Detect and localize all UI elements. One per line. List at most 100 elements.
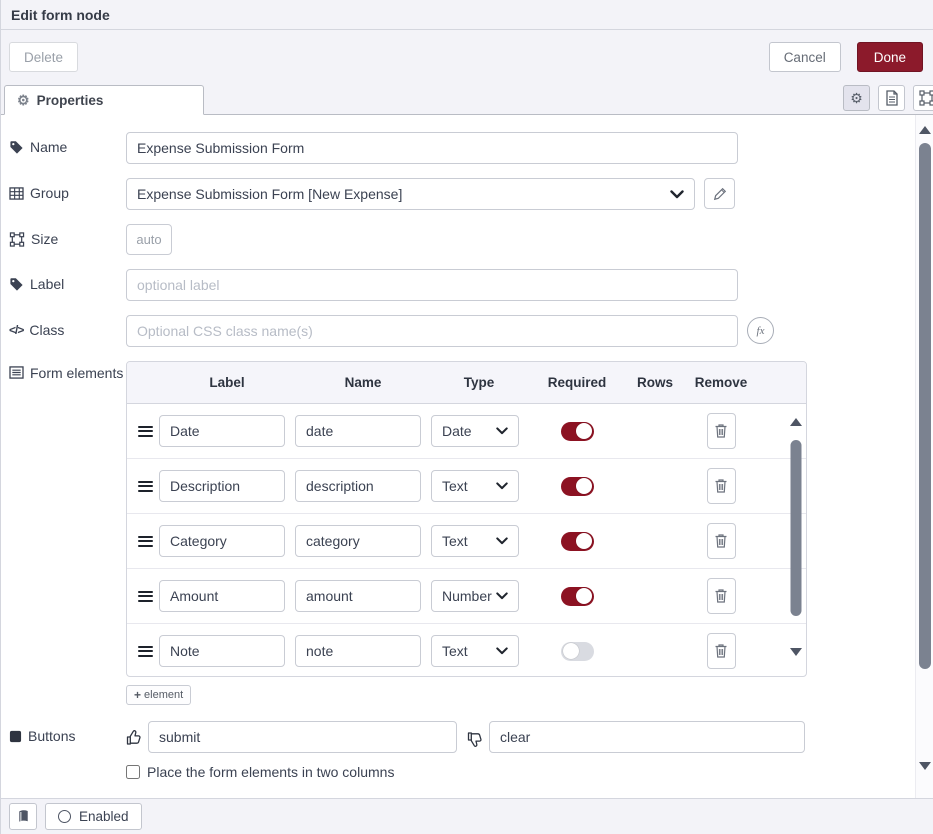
element-name-input[interactable] xyxy=(295,635,421,667)
delete-element-button[interactable] xyxy=(707,633,736,669)
element-label-input[interactable] xyxy=(159,635,285,667)
name-field-label-text: Name xyxy=(30,139,67,155)
element-type-select[interactable]: Text xyxy=(431,635,519,667)
element-type-select[interactable]: Date xyxy=(431,415,519,447)
toggle-knob xyxy=(576,533,592,549)
edit-form-node-dialog: Edit form node Delete Cancel Done ⚙ Prop… xyxy=(0,0,933,834)
chevron-down-icon xyxy=(496,592,508,600)
header-rows: Rows xyxy=(627,375,683,390)
list-box-icon xyxy=(9,366,24,379)
form-elements-table-header: Label Name Type Required Rows Remove xyxy=(127,362,806,404)
form-element-row: Text xyxy=(127,514,806,569)
appearance-tab-button[interactable] xyxy=(913,85,933,111)
edit-group-button[interactable] xyxy=(704,178,735,209)
scrollbar-thumb[interactable] xyxy=(919,143,931,669)
panel-scrollbar[interactable] xyxy=(915,115,933,798)
form-elements-field-row: Form elements Label Name Type Required R… xyxy=(1,354,909,714)
element-type-value: Text xyxy=(442,533,468,549)
form-element-row: Text xyxy=(127,459,806,514)
element-type-select[interactable]: Text xyxy=(431,525,519,557)
two-columns-checkbox[interactable] xyxy=(126,765,140,779)
two-columns-label: Place the form elements in two columns xyxy=(147,764,394,780)
scroll-down-arrow[interactable] xyxy=(919,762,931,770)
required-toggle[interactable] xyxy=(561,642,594,661)
delete-element-button[interactable] xyxy=(707,578,736,614)
form-elements-field-label: Form elements xyxy=(9,361,126,383)
toggle-knob xyxy=(563,643,579,659)
class-input[interactable] xyxy=(126,315,738,347)
element-label-input[interactable] xyxy=(159,580,285,612)
element-name-input[interactable] xyxy=(295,580,421,612)
delete-element-button[interactable] xyxy=(707,413,736,449)
header-required: Required xyxy=(527,375,627,390)
element-name-input[interactable] xyxy=(295,415,421,447)
element-name-input[interactable] xyxy=(295,470,421,502)
add-element-button[interactable]: + element xyxy=(126,685,191,705)
name-input[interactable] xyxy=(126,132,738,164)
element-label-input[interactable] xyxy=(159,470,285,502)
group-select[interactable]: Expense Submission Form [New Expense] xyxy=(126,178,695,210)
plus-icon: + xyxy=(134,688,141,702)
tab-properties-label: Properties xyxy=(37,93,104,108)
gear-icon: ⚙ xyxy=(850,90,863,107)
size-auto-button[interactable]: auto xyxy=(126,224,172,255)
size-field-label: Size xyxy=(9,224,126,247)
document-icon xyxy=(885,90,899,106)
toggle-knob xyxy=(576,588,592,604)
drag-handle-icon[interactable] xyxy=(138,591,153,602)
dialog-titlebar: Edit form node xyxy=(1,0,933,30)
scrollbar-thumb[interactable] xyxy=(790,440,801,616)
required-toggle[interactable] xyxy=(561,532,594,551)
fx-expression-button[interactable]: fx xyxy=(747,317,774,344)
header-name: Name xyxy=(295,375,431,390)
delete-element-button[interactable] xyxy=(707,468,736,504)
element-type-select[interactable]: Text xyxy=(431,470,519,502)
class-field-label-text: Class xyxy=(29,322,64,338)
chevron-down-icon xyxy=(496,537,508,545)
name-field-label: Name xyxy=(9,132,126,155)
properties-gear-tab-button[interactable]: ⚙ xyxy=(843,85,870,111)
required-toggle[interactable] xyxy=(561,422,594,441)
drag-handle-icon[interactable] xyxy=(138,426,153,437)
scroll-up-arrow[interactable] xyxy=(790,418,802,426)
drag-handle-icon[interactable] xyxy=(138,536,153,547)
cancel-button[interactable]: Cancel xyxy=(769,42,841,72)
element-type-select[interactable]: Number xyxy=(431,580,519,612)
label-input[interactable] xyxy=(126,269,738,301)
drag-handle-icon[interactable] xyxy=(138,481,153,492)
element-label-input[interactable] xyxy=(159,415,285,447)
form-elements-editor: Label Name Type Required Rows Remove Dat… xyxy=(126,361,807,707)
form-elements-field-label-text: Form elements xyxy=(30,364,123,383)
required-toggle[interactable] xyxy=(561,477,594,496)
dialog-footer: Enabled xyxy=(1,798,933,834)
table-scrollbar[interactable] xyxy=(788,406,803,674)
object-size-icon xyxy=(9,232,25,247)
size-field-label-text: Size xyxy=(31,231,58,247)
required-toggle[interactable] xyxy=(561,587,594,606)
delete-button[interactable]: Delete xyxy=(9,42,78,72)
node-help-button[interactable] xyxy=(9,803,37,830)
done-button[interactable]: Done xyxy=(857,42,923,72)
submit-button-label-input[interactable] xyxy=(148,721,457,753)
group-field-label: Group xyxy=(9,178,126,201)
description-tab-button[interactable] xyxy=(878,85,905,111)
size-field-row: Size auto xyxy=(1,217,909,262)
label-field-row: Label xyxy=(1,262,909,308)
trash-icon xyxy=(714,423,728,439)
scroll-down-arrow[interactable] xyxy=(790,648,802,656)
header-label: Label xyxy=(159,375,295,390)
clear-button-label-input[interactable] xyxy=(489,721,805,753)
element-name-input[interactable] xyxy=(295,525,421,557)
gear-icon: ⚙ xyxy=(17,93,30,107)
pencil-icon xyxy=(713,187,727,201)
drag-handle-icon[interactable] xyxy=(138,646,153,657)
delete-element-button[interactable] xyxy=(707,523,736,559)
tag-icon xyxy=(9,140,24,155)
buttons-field-row: Buttons xyxy=(1,714,909,760)
header-remove: Remove xyxy=(683,375,759,390)
node-enabled-toggle-button[interactable]: Enabled xyxy=(45,803,142,830)
tab-bar: ⚙ Properties ⚙ xyxy=(1,84,933,115)
tab-properties[interactable]: ⚙ Properties xyxy=(4,85,204,115)
scroll-up-arrow[interactable] xyxy=(919,126,931,134)
element-label-input[interactable] xyxy=(159,525,285,557)
